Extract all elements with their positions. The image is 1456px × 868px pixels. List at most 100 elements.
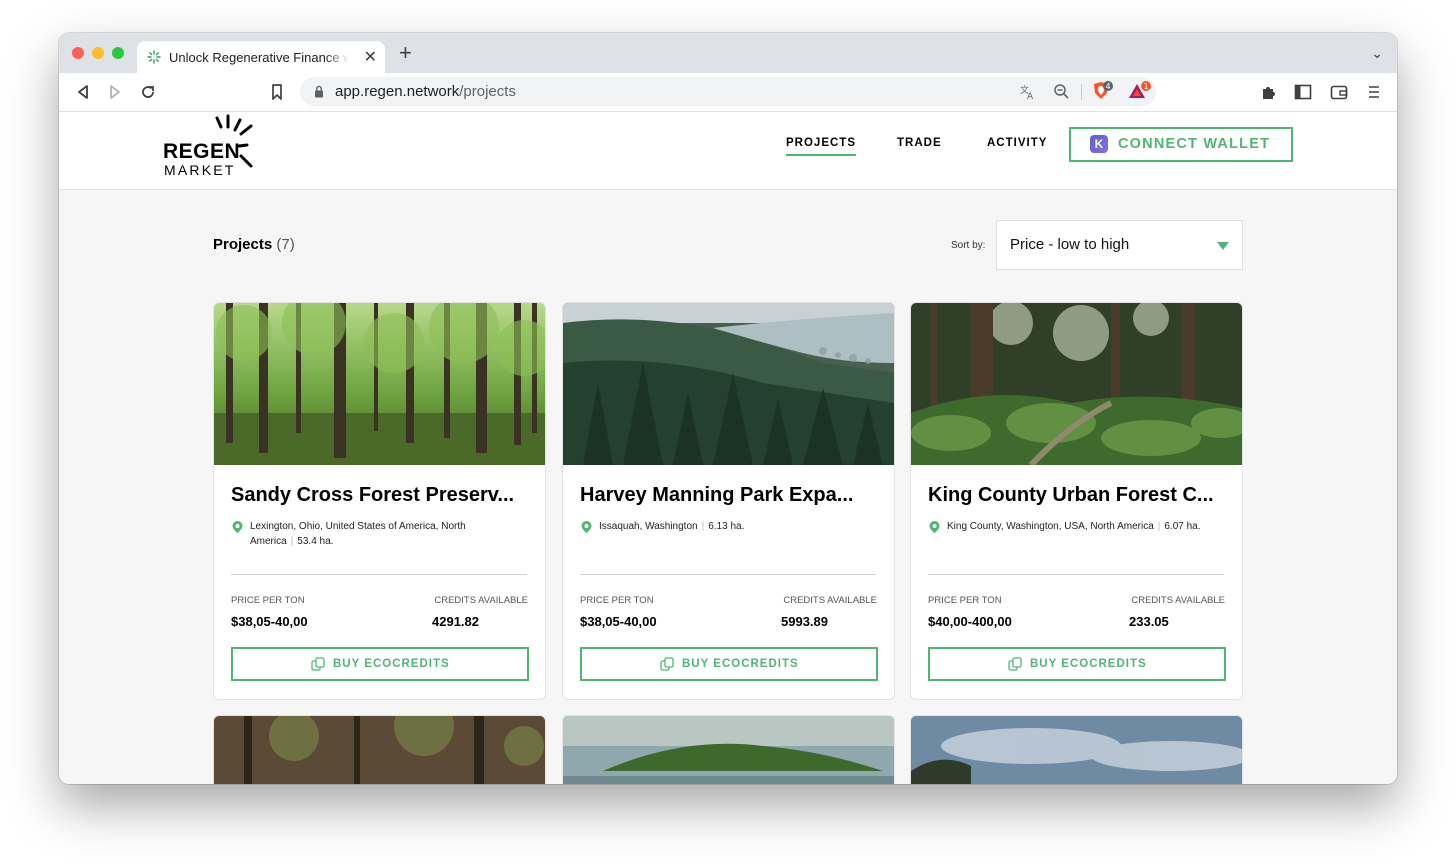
project-area: 6.07 ha. — [1164, 521, 1201, 532]
project-card-partial[interactable] — [910, 715, 1243, 784]
new-tab-icon[interactable]: + — [399, 42, 412, 64]
buy-ecocredits-label: BUY ECOCREDITS — [333, 658, 450, 670]
omnibox-divider — [1081, 84, 1082, 100]
close-window-button[interactable] — [72, 47, 84, 59]
rewards-badge-count: 1 — [1143, 82, 1148, 91]
zoom-out-icon[interactable] — [1053, 83, 1070, 100]
project-location: King County, Washington, USA, North Amer… — [947, 521, 1201, 532]
brave-badge-count: 4 — [1105, 82, 1110, 91]
project-title[interactable]: King County Urban Forest C... — [928, 484, 1228, 507]
connect-wallet-label: CONNECT WALLET — [1118, 136, 1271, 152]
card-divider — [928, 574, 1224, 575]
buy-ecocredits-button[interactable]: BUY ECOCREDITS — [928, 647, 1226, 681]
buy-ecocredits-label: BUY ECOCREDITS — [682, 658, 799, 670]
sort-label: Sort by: — [951, 240, 986, 251]
projects-heading: Projects (7) — [213, 236, 295, 253]
price-value: $40,00-400,00 — [928, 614, 1012, 629]
location-text: Issaquah, Washington — [599, 521, 698, 532]
tab-title: Unlock Regenerative Finance w — [169, 50, 349, 65]
location-text: King County, Washington, USA, North Amer… — [947, 521, 1154, 532]
credits-value: 5993.89 — [781, 614, 828, 629]
logo-burst-icon — [215, 114, 253, 168]
tab-search-chevron-icon[interactable]: ⌄ — [1371, 45, 1383, 62]
projects-heading-label: Projects — [213, 236, 273, 253]
zoom-window-button[interactable] — [112, 47, 124, 59]
price-value: $38,05-40,00 — [580, 614, 657, 629]
nav-projects[interactable]: PROJECTS — [786, 137, 856, 156]
ecocredits-icon — [660, 657, 674, 671]
project-card[interactable]: King County Urban Forest C... King Count… — [910, 302, 1243, 700]
project-location: Issaquah, Washington | 6.13 ha. — [599, 521, 745, 532]
credits-available-label: CREDITS AVAILABLE — [1131, 595, 1225, 606]
url-host: app.regen.network — [335, 83, 460, 100]
project-area: 53.4 ha. — [297, 536, 334, 547]
credits-value: 233.05 — [1129, 614, 1169, 629]
price-per-ton-label: PRICE PER TON — [231, 595, 305, 606]
ecocredits-icon — [311, 657, 325, 671]
project-card[interactable]: Harvey Manning Park Expa... Issaquah, Wa… — [562, 302, 895, 700]
project-image-lake-island — [563, 716, 894, 784]
lock-icon — [315, 85, 323, 98]
brave-rewards-icon[interactable]: 1 — [1127, 81, 1153, 101]
card-divider — [580, 574, 876, 575]
svg-text:A: A — [1027, 92, 1034, 100]
address-bar[interactable]: app.regen.network/projects 文 A 4 1 — [300, 77, 1156, 106]
project-location: Lexington, Ohio, United States of Americ… — [250, 521, 466, 547]
sort-selected-value: Price - low to high — [1010, 236, 1130, 253]
forward-icon[interactable] — [105, 82, 125, 102]
browser-tab[interactable]: Unlock Regenerative Finance w ✕ — [137, 41, 385, 73]
buy-ecocredits-label: BUY ECOCREDITS — [1030, 658, 1147, 670]
buy-ecocredits-button[interactable]: BUY ECOCREDITS — [580, 647, 878, 681]
sidebar-toggle-icon[interactable] — [1293, 82, 1313, 102]
extensions-puzzle-icon[interactable] — [1259, 82, 1279, 102]
browser-toolbar: app.regen.network/projects 文 A 4 1 — [59, 73, 1397, 112]
dropdown-triangle-icon — [1217, 242, 1229, 250]
price-per-ton-label: PRICE PER TON — [580, 595, 654, 606]
card-divider — [231, 574, 527, 575]
price-per-ton-label: PRICE PER TON — [928, 595, 1002, 606]
translate-icon[interactable]: 文 A — [1019, 83, 1036, 100]
browser-window: Unlock Regenerative Finance w ✕ + ⌄ app.… — [59, 33, 1397, 784]
connect-wallet-button[interactable]: K CONNECT WALLET — [1069, 127, 1293, 162]
location-pin-icon — [581, 521, 592, 533]
bookmark-icon[interactable] — [267, 82, 287, 102]
project-card[interactable]: Sandy Cross Forest Preserv... Lexington,… — [213, 302, 546, 700]
project-card-partial[interactable] — [213, 715, 546, 784]
buy-ecocredits-button[interactable]: BUY ECOCREDITS — [231, 647, 529, 681]
credits-available-label: CREDITS AVAILABLE — [783, 595, 877, 606]
project-image-hillside — [563, 303, 894, 465]
page-content: REGEN MARKET PROJECTS TRADE ACTIVITY K C… — [59, 112, 1397, 784]
regen-favicon-icon — [147, 50, 161, 64]
wallet-icon[interactable] — [1329, 82, 1349, 102]
project-title[interactable]: Sandy Cross Forest Preserv... — [231, 484, 531, 507]
reload-icon[interactable] — [138, 82, 158, 102]
tab-strip: Unlock Regenerative Finance w ✕ + ⌄ — [59, 33, 1397, 73]
price-value: $38,05-40,00 — [231, 614, 308, 629]
credits-value: 4291.82 — [432, 614, 479, 629]
project-image-woodland — [214, 716, 545, 784]
projects-count: (7) — [276, 236, 295, 253]
project-image-forest — [214, 303, 545, 465]
location-text: Lexington, Ohio, United States of Americ… — [250, 521, 466, 547]
minimize-window-button[interactable] — [92, 47, 104, 59]
nav-activity[interactable]: ACTIVITY — [987, 137, 1047, 149]
keplr-wallet-icon: K — [1090, 135, 1108, 153]
project-title[interactable]: Harvey Manning Park Expa... — [580, 484, 880, 507]
credits-available-label: CREDITS AVAILABLE — [434, 595, 528, 606]
location-pin-icon — [929, 521, 940, 533]
browser-menu-icon[interactable] — [1364, 82, 1384, 102]
project-area: 6.13 ha. — [708, 521, 745, 532]
url-path: /projects — [459, 83, 516, 100]
project-image-fern-forest — [911, 303, 1242, 465]
sort-select[interactable]: Price - low to high — [996, 220, 1243, 270]
site-header: REGEN MARKET PROJECTS TRADE ACTIVITY K C… — [59, 112, 1397, 190]
location-pin-icon — [232, 521, 243, 533]
project-image-sky — [911, 716, 1242, 784]
tab-close-icon[interactable]: ✕ — [364, 47, 377, 67]
back-icon[interactable] — [73, 82, 93, 102]
project-card-partial[interactable] — [562, 715, 895, 784]
url-text: app.regen.network/projects — [335, 83, 516, 100]
nav-trade[interactable]: TRADE — [897, 137, 942, 149]
brave-shields-icon[interactable]: 4 — [1092, 81, 1114, 101]
ecocredits-icon — [1008, 657, 1022, 671]
